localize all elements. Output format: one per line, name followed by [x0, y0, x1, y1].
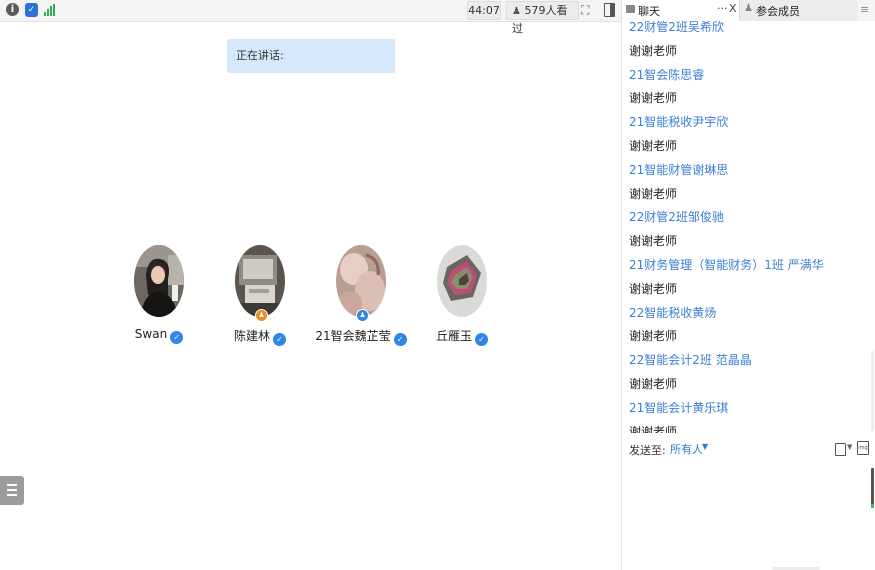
chat-message-text: 谢谢老师: [629, 186, 678, 201]
chevron-down-icon[interactable]: ▼: [702, 442, 708, 451]
chat-message-list[interactable]: 22财管2班吴希欣 谢谢老师 21智会陈思睿 谢谢老师 21智能税收尹宇欣 谢谢老师 21智…: [622, 21, 875, 433]
chat-message-text: 谢谢老师: [629, 91, 678, 106]
chat-sender-name[interactable]: 21智能财管谢琳思: [629, 161, 728, 178]
chat-message-text: 谢谢老师: [629, 234, 678, 249]
attendee-name-label: Swan: [134, 327, 168, 341]
fullscreen-icon[interactable]: ⛶: [581, 4, 593, 16]
verified-icon: ✓: [273, 333, 286, 346]
send-target-row: 发送至: 所有人 ▼ ▼ img: [622, 433, 875, 463]
attendee-name-label: 21智会魏芷莹: [315, 329, 391, 343]
meeting-timer: 44:07: [467, 1, 501, 20]
avatar: [134, 245, 184, 317]
chat-sender-name[interactable]: 22智能税收黄炀: [629, 304, 716, 321]
avatar: [336, 245, 386, 317]
chat-sender-name[interactable]: 22财管2班邹俊驰: [629, 208, 724, 225]
input-scroll-indicator: [871, 504, 874, 508]
chat-message-text: 谢谢老师: [629, 43, 678, 58]
chat-sender-name[interactable]: 21智能税收尹宇欣: [629, 113, 728, 130]
chat-message-text: 谢谢老师: [629, 281, 678, 296]
top-toolbar: i ✓ 44:07 ♟ 579人看过 ⛶ 聊天 ··· X ♟ 参会成员 ≡: [0, 0, 875, 35]
send-target-select[interactable]: 所有人: [670, 441, 703, 457]
tab-chat-label: 聊天: [638, 5, 660, 18]
chat-sender-name[interactable]: 21财务管理（智能财务）1班 严满华: [629, 256, 824, 273]
screenshot-icon[interactable]: img: [857, 441, 869, 455]
close-icon[interactable]: X: [729, 2, 737, 15]
signal-icon: [44, 3, 56, 17]
chat-message-text: 谢谢老师: [629, 139, 678, 153]
attendee-name-label: 陈建林: [233, 329, 270, 343]
attendee-card[interactable]: 丘雁玉 ✓: [402, 245, 522, 355]
viewer-count[interactable]: ♟ 579人看过: [506, 1, 579, 35]
chat-sender-name[interactable]: 21智会陈思睿: [629, 66, 704, 83]
info-icon[interactable]: i: [6, 3, 19, 16]
side-list-button[interactable]: [0, 476, 24, 505]
more-icon[interactable]: ···: [717, 2, 728, 15]
menu-icon[interactable]: ≡: [860, 3, 869, 16]
chat-sender-name[interactable]: 22智能会计2班 范晶晶: [629, 351, 752, 368]
chat-scrollbar[interactable]: [871, 351, 874, 431]
chat-message-text: 谢谢老师: [629, 329, 678, 344]
viewer-count-label: 579人看过: [512, 4, 568, 35]
tab-chat[interactable]: 聊天 ··· X: [621, 0, 740, 21]
toggle-panel-icon[interactable]: [604, 3, 615, 17]
person-icon: ♟: [512, 6, 521, 17]
chat-sender-name[interactable]: 21智能会计黄乐琪: [629, 399, 728, 416]
attendee-name-label: 丘雁玉: [435, 329, 472, 343]
shield-icon[interactable]: ✓: [25, 3, 38, 17]
clipboard-icon[interactable]: [835, 443, 846, 456]
tab-members-label: 参会成员: [756, 5, 800, 18]
avatar: [235, 245, 285, 317]
speaking-indicator: 正在讲话:: [227, 39, 395, 73]
attendee-name: 丘雁玉 ✓: [402, 327, 522, 346]
input-scrollbar[interactable]: [871, 468, 874, 506]
chevron-down-icon[interactable]: ▼: [847, 443, 852, 451]
chat-panel: 22财管2班吴希欣 谢谢老师 21智会陈思睿 谢谢老师 21智能税收尹宇欣 谢谢老师 21智…: [621, 21, 875, 570]
send-to-label: 发送至:: [629, 444, 666, 457]
tab-members[interactable]: ♟ 参会成员: [739, 0, 858, 21]
avatar: [437, 245, 487, 317]
verified-icon: ✓: [475, 333, 488, 346]
host-badge-icon: ♟: [255, 309, 268, 322]
chat-input[interactable]: [622, 463, 875, 570]
chat-sender-name[interactable]: 22财管2班吴希欣: [629, 21, 724, 35]
verified-icon: ✓: [170, 331, 184, 344]
chat-icon: [626, 5, 635, 13]
members-icon: ♟: [744, 3, 753, 14]
chat-message-text: 谢谢老师: [629, 377, 678, 391]
cohost-badge-icon: ♟: [356, 309, 369, 322]
chat-message-text: 谢谢老师: [629, 424, 678, 433]
